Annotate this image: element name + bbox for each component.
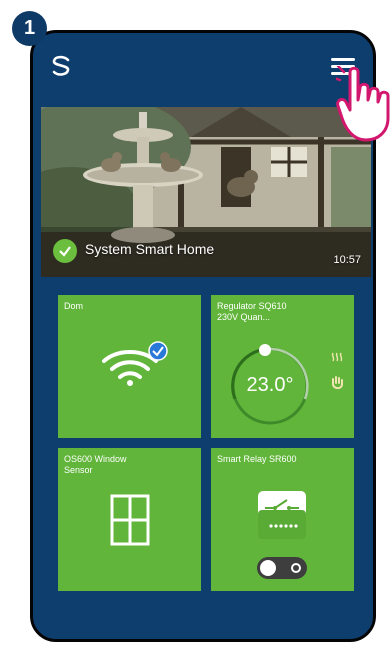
tile-window-sensor[interactable]: OS600 Window Sensor [58, 448, 201, 591]
tile-regulator[interactable]: Regulator SQ610 230V Quan... 23.0° [211, 295, 354, 438]
tile-title: Regulator SQ610 230V Quan... [217, 301, 287, 322]
relay-toggle[interactable] [257, 557, 307, 579]
tile-title: Dom [64, 301, 84, 311]
check-circle-icon [53, 239, 77, 263]
tile-smart-relay[interactable]: Smart Relay SR600 [211, 448, 354, 591]
tile-dom[interactable]: Dom [58, 295, 201, 438]
system-banner[interactable]: System Smart Home 10:57 [41, 107, 371, 277]
heat-icon [331, 352, 343, 362]
salus-logo-icon [52, 55, 70, 76]
hand-pointer-icon [336, 66, 390, 142]
tile-title: OS600 Window Sensor [64, 454, 127, 475]
check-badge-icon [148, 341, 168, 361]
step-number-badge: 1 [12, 11, 47, 46]
app-header [33, 33, 373, 93]
hand-icon [332, 376, 343, 390]
system-name: System Smart Home [85, 241, 215, 257]
tile-title: Smart Relay SR600 [217, 454, 297, 464]
temperature-value: 23.0° [246, 374, 294, 396]
window-icon [110, 494, 150, 546]
system-time: 10:57 [333, 254, 361, 266]
relay-switch-icon [258, 491, 306, 539]
